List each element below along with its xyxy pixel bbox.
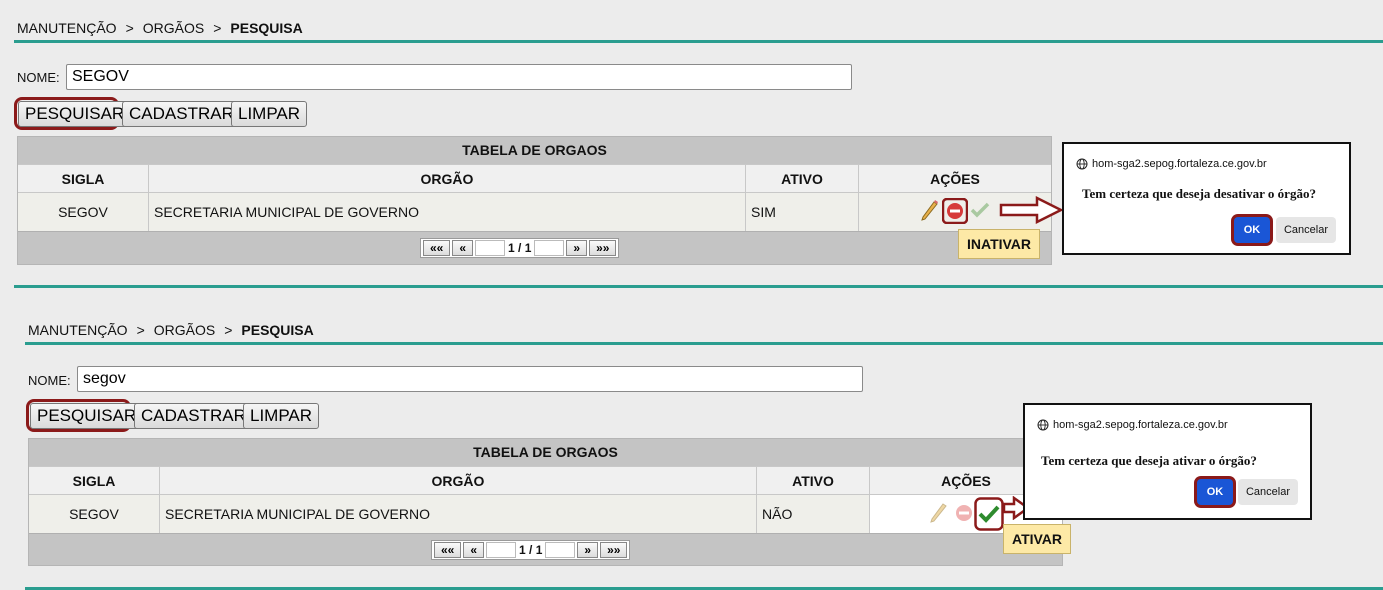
dialog-host-text: hom-sga2.sepog.fortaleza.ce.gov.br bbox=[1092, 158, 1267, 170]
check-icon[interactable] bbox=[969, 200, 991, 220]
page-info: 1 / 1 bbox=[508, 241, 532, 255]
pagination: «« « 1 / 1 » »» bbox=[420, 238, 620, 258]
right-arrow-icon bbox=[999, 196, 1063, 224]
header-divider bbox=[25, 342, 1383, 345]
name-input[interactable] bbox=[66, 64, 852, 90]
globe-icon bbox=[1037, 419, 1049, 431]
last-page-button[interactable]: »» bbox=[600, 542, 628, 558]
dialog-host-text: hom-sga2.sepog.fortaleza.ce.gov.br bbox=[1053, 419, 1228, 431]
breadcrumb-separator: > bbox=[213, 20, 222, 36]
dialog-host: hom-sga2.sepog.fortaleza.ce.gov.br bbox=[1076, 158, 1267, 170]
name-label: NOME: bbox=[28, 373, 71, 388]
breadcrumb: MANUTENÇÃO > ORGÃOS > PESQUISA bbox=[17, 20, 303, 36]
dialog-host: hom-sga2.sepog.fortaleza.ce.gov.br bbox=[1037, 419, 1228, 431]
column-header-sigla: SIGLA bbox=[18, 164, 149, 192]
page-box bbox=[486, 542, 517, 558]
page-info: 1 / 1 bbox=[519, 543, 543, 557]
cell-orgao: SECRETARIA MUNICIPAL DE GOVERNO bbox=[149, 192, 746, 231]
search-button[interactable]: PESQUISAR bbox=[30, 403, 144, 429]
page-box bbox=[475, 240, 506, 256]
pencil-icon[interactable] bbox=[921, 199, 939, 221]
pagination: «« « 1 / 1 » »» bbox=[431, 540, 631, 560]
dialog-message: Tem certeza que deseja desativar o órgão… bbox=[1082, 186, 1316, 201]
breadcrumb-item-manutencao[interactable]: MANUTENÇÃO bbox=[17, 20, 117, 36]
activate-tooltip: ATIVAR bbox=[1003, 524, 1072, 554]
screen-activate: MANUTENÇÃO > ORGÃOS > PESQUISA NOME: PESQUIS… bbox=[0, 302, 1383, 590]
column-header-acoes: AÇÕES bbox=[859, 164, 1051, 192]
register-button[interactable]: CADASTRAR bbox=[134, 403, 253, 429]
check-icon[interactable] bbox=[974, 497, 1004, 531]
dialog-message: Tem certeza que deseja ativar o órgão? bbox=[1041, 453, 1257, 468]
breadcrumb-item-manutencao[interactable]: MANUTENÇÃO bbox=[28, 322, 128, 338]
column-header-ativo: ATIVO bbox=[746, 164, 859, 192]
confirm-deactivate-dialog: hom-sga2.sepog.fortaleza.ce.gov.br Tem c… bbox=[1062, 142, 1351, 255]
ok-button[interactable]: OK bbox=[1197, 479, 1233, 505]
breadcrumb-current: PESQUISA bbox=[241, 322, 314, 338]
confirm-activate-dialog: hom-sga2.sepog.fortaleza.ce.gov.br Tem c… bbox=[1023, 403, 1312, 520]
column-header-orgao: ORGÃO bbox=[160, 466, 757, 494]
name-input[interactable] bbox=[77, 366, 863, 392]
column-header-orgao: ORGÃO bbox=[149, 164, 746, 192]
column-header-sigla: SIGLA bbox=[29, 466, 160, 494]
section-divider bbox=[14, 285, 1383, 288]
name-label: NOME: bbox=[17, 70, 60, 85]
remove-circle-icon[interactable] bbox=[942, 198, 968, 224]
next-page-button[interactable]: » bbox=[577, 542, 599, 558]
breadcrumb-current: PESQUISA bbox=[230, 20, 303, 36]
cancel-button[interactable]: Cancelar bbox=[1238, 479, 1298, 505]
cell-sigla: SEGOV bbox=[29, 494, 160, 533]
clear-button[interactable]: LIMPAR bbox=[243, 403, 320, 429]
breadcrumb-item-orgaos[interactable]: ORGÃOS bbox=[154, 322, 215, 338]
cell-ativo: NÃO bbox=[757, 494, 870, 533]
cell-sigla: SEGOV bbox=[18, 192, 149, 231]
orgaos-table: TABELA DE ORGAOS SIGLA ORGÃO ATIVO AÇÕES… bbox=[28, 438, 1063, 566]
ok-button[interactable]: OK bbox=[1234, 217, 1270, 243]
first-page-button[interactable]: «« bbox=[434, 542, 462, 558]
column-header-ativo: ATIVO bbox=[757, 466, 870, 494]
first-page-button[interactable]: «« bbox=[423, 240, 451, 256]
last-page-button[interactable]: »» bbox=[589, 240, 617, 256]
cancel-button[interactable]: Cancelar bbox=[1276, 217, 1336, 243]
search-button[interactable]: PESQUISAR bbox=[18, 101, 132, 127]
prev-page-button[interactable]: « bbox=[463, 542, 485, 558]
table-footer: «« « 1 / 1 » »» bbox=[18, 231, 1051, 264]
breadcrumb-separator: > bbox=[125, 20, 134, 36]
breadcrumb: MANUTENÇÃO > ORGÃOS > PESQUISA bbox=[28, 322, 314, 338]
clear-button[interactable]: LIMPAR bbox=[231, 101, 308, 127]
globe-icon bbox=[1076, 158, 1088, 170]
pencil-icon[interactable] bbox=[930, 501, 948, 523]
inactivate-tooltip: INATIVAR bbox=[958, 229, 1041, 259]
header-divider bbox=[14, 40, 1383, 43]
remove-circle-icon[interactable] bbox=[954, 503, 974, 523]
register-button[interactable]: CADASTRAR bbox=[122, 101, 241, 127]
breadcrumb-item-orgaos[interactable]: ORGÃOS bbox=[143, 20, 204, 36]
prev-page-button[interactable]: « bbox=[452, 240, 474, 256]
breadcrumb-separator: > bbox=[136, 322, 145, 338]
page-box bbox=[545, 542, 576, 558]
breadcrumb-separator: > bbox=[224, 322, 233, 338]
page-box bbox=[534, 240, 565, 256]
table-title: TABELA DE ORGAOS bbox=[18, 137, 1051, 164]
cell-orgao: SECRETARIA MUNICIPAL DE GOVERNO bbox=[160, 494, 757, 533]
screen-deactivate: MANUTENÇÃO > ORGÃOS > PESQUISA NOME: PESQUIS… bbox=[0, 0, 1383, 290]
cell-ativo: SIM bbox=[746, 192, 859, 231]
next-page-button[interactable]: » bbox=[566, 240, 588, 256]
orgaos-table: TABELA DE ORGAOS SIGLA ORGÃO ATIVO AÇÕES… bbox=[17, 136, 1052, 265]
table-title: TABELA DE ORGAOS bbox=[29, 439, 1062, 466]
table-footer: «« « 1 / 1 » »» bbox=[29, 533, 1062, 565]
